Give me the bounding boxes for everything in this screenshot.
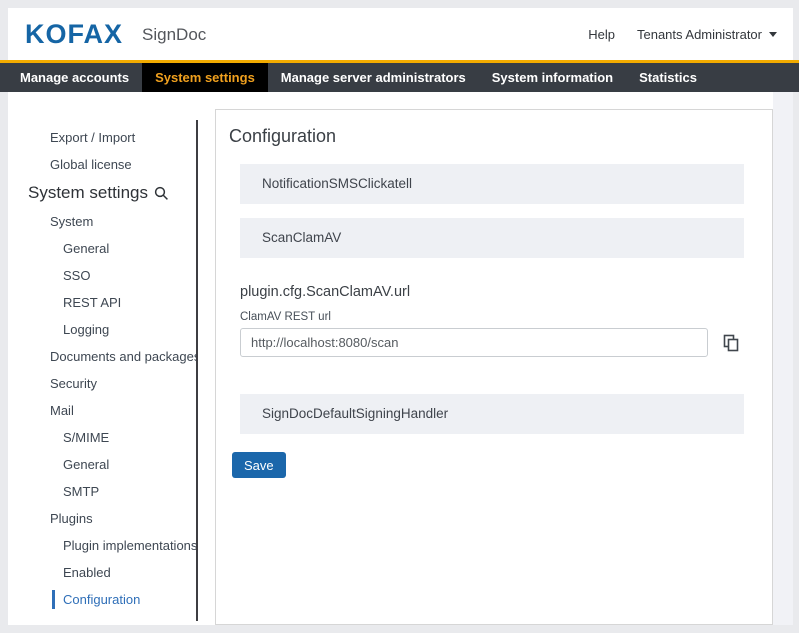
plugin-panel-signdoc-default-signing-handler[interactable]: SignDocDefaultSigningHandler xyxy=(240,394,744,434)
sidebar-item-plugins[interactable]: Plugins xyxy=(8,505,196,532)
scan-clamav-field-group: plugin.cfg.ScanClamAV.url ClamAV REST ur… xyxy=(240,283,772,357)
user-menu-dropdown[interactable]: Tenants Administrator xyxy=(637,27,777,42)
sidebar-item-smime[interactable]: S/MIME xyxy=(8,424,196,451)
tab-system-information[interactable]: System information xyxy=(479,63,626,92)
page-title: Configuration xyxy=(229,125,772,147)
sidebar-item-smtp[interactable]: SMTP xyxy=(8,478,196,505)
sidebar-section-title: System settings xyxy=(8,178,196,208)
scrollbar-track[interactable] xyxy=(773,92,793,625)
sidebar-item-documents-and-packages[interactable]: Documents and packages xyxy=(8,343,196,370)
app-header: KOFAX SignDoc Help Tenants Administrator xyxy=(8,8,793,60)
clamav-rest-url-label: ClamAV REST url xyxy=(240,310,772,324)
sidebar-item-system[interactable]: System xyxy=(8,208,196,235)
main-panel: Configuration NotificationSMSClickatell … xyxy=(198,92,793,625)
sidebar-item-logging[interactable]: Logging xyxy=(8,316,196,343)
sidebar-item-sso[interactable]: SSO xyxy=(8,262,196,289)
kofax-logo: KOFAX xyxy=(25,8,123,60)
tab-manage-server-administrators[interactable]: Manage server administrators xyxy=(268,63,479,92)
sidebar-item-global-license[interactable]: Global license xyxy=(8,151,196,178)
sidebar-item-mail[interactable]: Mail xyxy=(8,397,196,424)
header-right: Help Tenants Administrator xyxy=(588,27,793,42)
sidebar-item-security[interactable]: Security xyxy=(8,370,196,397)
tab-statistics[interactable]: Statistics xyxy=(626,63,710,92)
sidebar-item-general[interactable]: General xyxy=(8,235,196,262)
clamav-rest-url-input[interactable] xyxy=(240,328,708,357)
product-name: SignDoc xyxy=(142,23,206,45)
content-region: Export / Import Global license System se… xyxy=(8,92,793,625)
settings-sidebar: Export / Import Global license System se… xyxy=(8,92,196,625)
signdoc-admin-app: KOFAX SignDoc Help Tenants Administrator… xyxy=(0,0,799,633)
plugin-panel-scan-clamav[interactable]: ScanClamAV xyxy=(240,218,744,258)
configuration-card: Configuration NotificationSMSClickatell … xyxy=(215,109,773,625)
sidebar-item-configuration[interactable]: Configuration xyxy=(8,586,196,613)
copy-icon[interactable] xyxy=(721,332,741,354)
sidebar-item-mail-general[interactable]: General xyxy=(8,451,196,478)
field-key-label: plugin.cfg.ScanClamAV.url xyxy=(240,283,772,301)
sidebar-item-export-import[interactable]: Export / Import xyxy=(8,124,196,151)
sidebar-title-text: System settings xyxy=(28,178,148,208)
top-nav: Manage accounts System settings Manage s… xyxy=(0,60,799,92)
save-button[interactable]: Save xyxy=(232,452,286,478)
sidebar-item-rest-api[interactable]: REST API xyxy=(8,289,196,316)
clamav-url-input-row xyxy=(240,328,772,357)
search-icon[interactable] xyxy=(154,186,169,201)
help-link[interactable]: Help xyxy=(588,27,615,42)
plugin-panel-notification-sms-clickatell[interactable]: NotificationSMSClickatell xyxy=(240,164,744,204)
user-menu-label: Tenants Administrator xyxy=(637,27,762,42)
chevron-down-icon xyxy=(769,32,777,37)
tab-system-settings[interactable]: System settings xyxy=(142,63,268,92)
sidebar-item-enabled[interactable]: Enabled xyxy=(8,559,196,586)
tab-manage-accounts[interactable]: Manage accounts xyxy=(7,63,142,92)
sidebar-item-plugin-implementations[interactable]: Plugin implementations xyxy=(8,532,196,559)
